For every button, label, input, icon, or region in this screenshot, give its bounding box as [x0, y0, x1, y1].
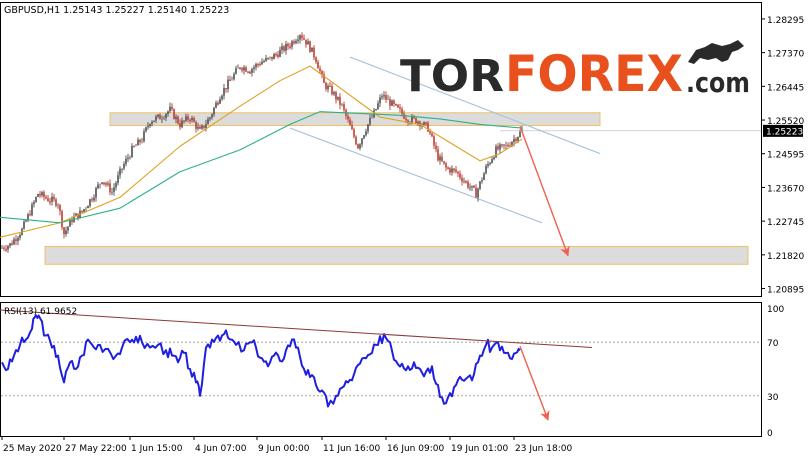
x-tick-label: 25 May 2020 — [3, 444, 62, 454]
support-zone — [44, 245, 749, 265]
x-tick-label: 4 Jun 07:00 — [195, 444, 247, 454]
rsi-tick-label: 100 — [767, 305, 784, 315]
chart-window[interactable]: 1.28295 1.27370 1.26445 1.25520 1.24595 1.236… — [0, 0, 808, 458]
logo-com: .com — [686, 66, 750, 99]
y-tick-label: 1.24595 — [767, 151, 804, 161]
logo-forex: FOREX — [505, 45, 683, 103]
rsi-tick-label: 30 — [767, 393, 779, 403]
x-tick-label: 9 Jun 00:00 — [258, 444, 310, 454]
x-tick-label: 23 Jun 18:00 — [515, 444, 572, 454]
y-tick-label: 1.28295 — [767, 16, 804, 26]
x-tick-label: 11 Jun 16:00 — [323, 444, 380, 454]
y-tick-label: 1.21820 — [767, 252, 804, 262]
y-tick-label: 1.22745 — [767, 218, 804, 228]
rsi-tick-label: 0 — [767, 429, 773, 439]
x-tick-label: 27 May 22:00 — [65, 444, 127, 454]
x-tick-label: 19 Jun 01:00 — [451, 444, 508, 454]
y-tick-label: 1.26445 — [767, 83, 804, 93]
symbol-header: GBPUSD,H1 1.25143 1.25227 1.25140 1.2522… — [4, 5, 229, 16]
y-tick-label: 1.27370 — [767, 50, 804, 60]
logo-tor: TOR — [400, 51, 504, 102]
rsi-tick-label: 70 — [767, 339, 779, 349]
y-tick-label: 1.23670 — [767, 184, 804, 194]
x-tick-label: 1 Jun 15:00 — [131, 444, 183, 454]
rsi-pane[interactable] — [0, 302, 762, 437]
chart-svg[interactable]: 1.282951.273701.264451.255201.245951.236… — [0, 0, 808, 458]
y-tick-label: 1.20895 — [767, 286, 804, 296]
last-price-label: 1.25223 — [766, 127, 803, 137]
x-tick-label: 16 Jun 09:00 — [387, 444, 444, 454]
rsi-label: RSI(13) 61.9652 — [4, 307, 77, 317]
resistance-zone — [109, 112, 601, 127]
